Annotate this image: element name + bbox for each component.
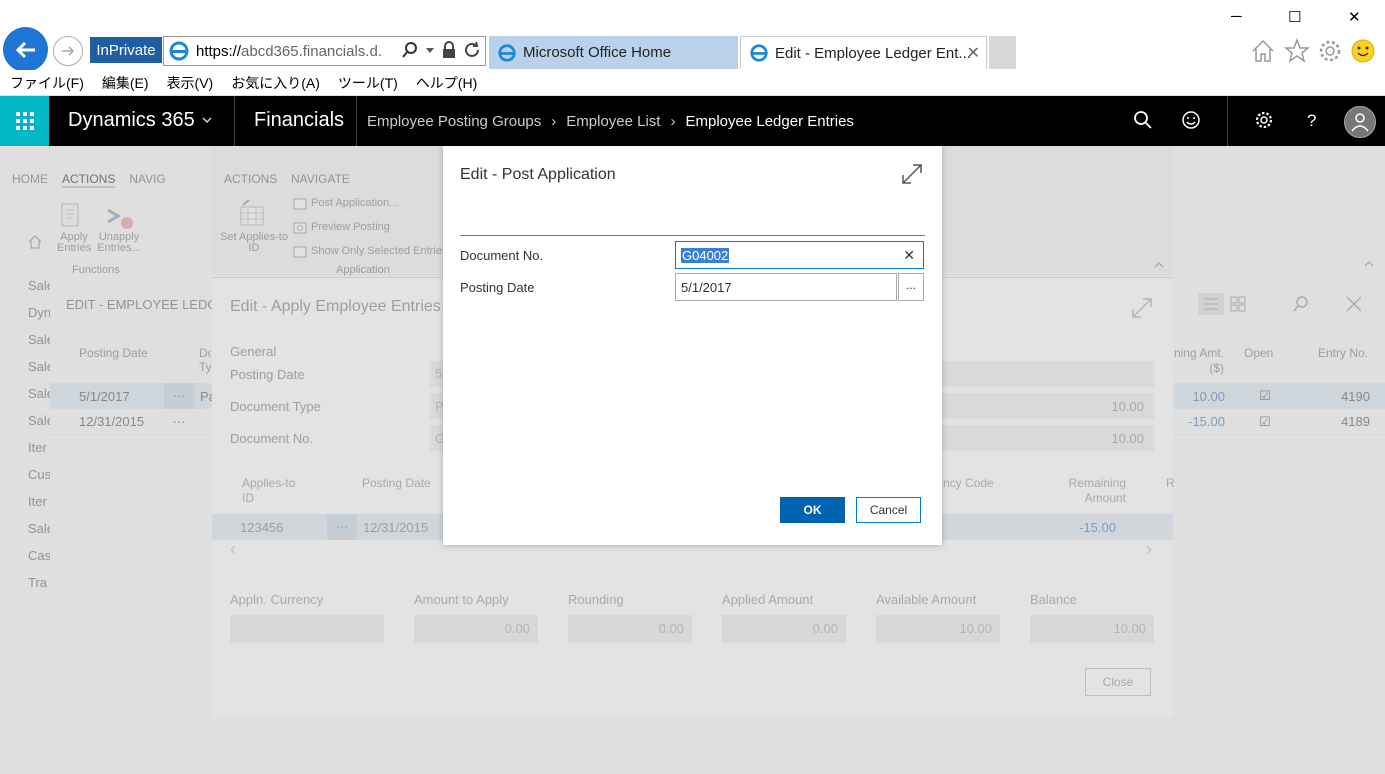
- menu-tools[interactable]: ツール(T): [338, 73, 398, 93]
- module-name[interactable]: Financials: [254, 109, 344, 132]
- document-no-value: G04002: [681, 248, 730, 263]
- breadcrumb-item[interactable]: Employee List: [566, 113, 660, 130]
- ie-tab-icon: [498, 43, 516, 62]
- dialog-title: Edit - Post Application: [460, 166, 616, 183]
- divider: [234, 96, 235, 146]
- tab-title: Microsoft Office Home: [523, 44, 672, 61]
- menu-view[interactable]: 表示(V): [167, 73, 214, 93]
- back-arrow-icon: [15, 41, 35, 58]
- settings-gear-icon[interactable]: [1254, 110, 1274, 130]
- forward-arrow-icon: [62, 46, 75, 56]
- app-title[interactable]: Dynamics 365: [68, 109, 195, 132]
- feedback-smiley-icon[interactable]: [1181, 110, 1201, 130]
- search-icon[interactable]: [1133, 110, 1153, 130]
- divider: [460, 235, 925, 236]
- menu-help[interactable]: ヘルプ(H): [416, 73, 477, 93]
- tab-close-icon[interactable]: ✕: [967, 43, 980, 63]
- document-no-label: Document No.: [460, 248, 544, 263]
- breadcrumb-current: Employee Ledger Entries: [685, 113, 854, 130]
- inprivate-badge: InPrivate: [90, 37, 162, 63]
- tab-employee-ledger[interactable]: Edit - Employee Ledger Ent... ✕: [740, 36, 987, 69]
- browser-chrome: InPrivate https://abcd365.financials.d. …: [0, 0, 1385, 72]
- breadcrumb-separator: ›: [670, 113, 676, 130]
- divider: [1227, 96, 1228, 146]
- ie-tab-icon: [750, 44, 768, 62]
- ok-button[interactable]: OK: [780, 497, 845, 523]
- divider: [356, 96, 357, 146]
- breadcrumb-separator: ›: [551, 113, 557, 130]
- close-window-button[interactable]: ✕: [1348, 8, 1361, 26]
- menu-bar: ファイル(F) 編集(E) 表示(V) お気に入り(A) ツール(T) ヘルプ(…: [0, 70, 1385, 96]
- url-host: abcd365.financials.d.: [241, 42, 382, 60]
- d365-top-bar: Dynamics 365 Financials Employee Posting…: [0, 96, 1385, 146]
- posting-date-lookup-button[interactable]: ...: [898, 273, 924, 301]
- settings-gear-icon[interactable]: [1317, 38, 1343, 64]
- waffle-icon: [15, 112, 34, 130]
- tab-title: Edit - Employee Ledger Ent...: [775, 44, 971, 62]
- menu-file[interactable]: ファイル(F): [10, 73, 84, 93]
- tab-office-home[interactable]: Microsoft Office Home: [489, 36, 738, 69]
- url-text: https://abcd365.financials.d.: [196, 43, 384, 60]
- user-icon: [1351, 113, 1369, 132]
- dropdown-arrow-icon[interactable]: [425, 45, 435, 55]
- chevron-down-icon[interactable]: [201, 114, 213, 126]
- smiley-feedback-icon[interactable]: [1350, 38, 1376, 64]
- breadcrumb-item[interactable]: Employee Posting Groups: [367, 113, 541, 130]
- clear-icon[interactable]: ✕: [903, 247, 915, 264]
- document-no-input[interactable]: G04002 ✕: [675, 241, 924, 269]
- favorites-star-icon[interactable]: [1284, 38, 1310, 64]
- new-tab-button[interactable]: [989, 36, 1016, 69]
- refresh-icon[interactable]: [463, 41, 481, 59]
- cancel-button[interactable]: Cancel: [856, 497, 921, 523]
- back-button[interactable]: [3, 27, 48, 72]
- menu-favorites[interactable]: お気に入り(A): [231, 73, 320, 93]
- maximize-button[interactable]: ☐: [1288, 8, 1301, 26]
- posting-date-label: Posting Date: [460, 280, 535, 295]
- app-launcher-button[interactable]: [0, 96, 49, 146]
- posting-date-input[interactable]: 5/1/2017: [675, 273, 897, 301]
- search-icon[interactable]: [401, 41, 419, 59]
- post-application-dialog: Edit - Post Application Document No. G04…: [443, 146, 942, 545]
- minimize-button[interactable]: ─: [1231, 8, 1242, 25]
- menu-edit[interactable]: 編集(E): [102, 73, 149, 93]
- address-bar[interactable]: https://abcd365.financials.d.: [163, 36, 486, 66]
- forward-button[interactable]: [53, 36, 83, 66]
- url-prefix: https://: [196, 42, 242, 60]
- help-icon[interactable]: ?: [1302, 110, 1322, 130]
- svg-text:?: ?: [1307, 111, 1316, 130]
- ie-logo-icon: [169, 41, 189, 61]
- breadcrumb: Employee Posting Groups › Employee List …: [367, 113, 854, 130]
- lock-icon[interactable]: [441, 41, 457, 59]
- avatar[interactable]: [1344, 106, 1376, 138]
- home-icon[interactable]: [1250, 38, 1276, 64]
- expand-icon[interactable]: [900, 162, 924, 186]
